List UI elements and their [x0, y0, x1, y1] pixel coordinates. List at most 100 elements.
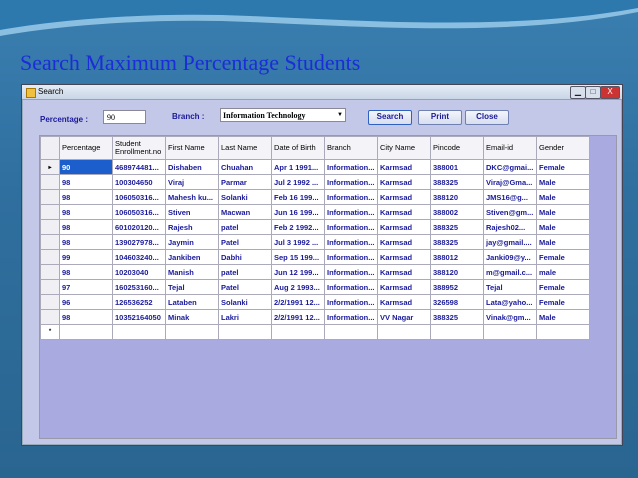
table-cell[interactable]: 97: [59, 279, 113, 295]
table-cell[interactable]: 98: [59, 174, 113, 190]
table-cell[interactable]: Male: [536, 174, 590, 190]
column-header[interactable]: City Name: [377, 136, 431, 160]
row-selector[interactable]: [40, 279, 60, 295]
table-cell[interactable]: Karmsad: [377, 249, 431, 265]
table-cell[interactable]: Information...: [324, 159, 378, 175]
table-cell[interactable]: 601020120...: [112, 219, 166, 235]
column-header[interactable]: Date of Birth: [271, 136, 325, 160]
table-row[interactable]: 96 126536252 Lataben Solanki 2/2/1991 12... I…: [40, 294, 590, 310]
column-header[interactable]: Student Enrollment.no: [112, 136, 166, 160]
table-cell[interactable]: [271, 324, 325, 340]
table-cell[interactable]: 388952: [430, 279, 484, 295]
table-cell[interactable]: 468974481...: [112, 159, 166, 175]
table-row[interactable]: 98 139027978... Jaymin Patel Jul 3 1992 ... I…: [40, 234, 590, 250]
table-cell[interactable]: Stiven: [165, 204, 219, 220]
table-cell[interactable]: Jaymin: [165, 234, 219, 250]
table-cell[interactable]: Solanki: [218, 294, 272, 310]
table-cell[interactable]: Lata@yaho...: [483, 294, 537, 310]
table-cell[interactable]: 326598: [430, 294, 484, 310]
table-cell[interactable]: Rajesh02...: [483, 219, 537, 235]
close-button[interactable]: Close: [465, 110, 509, 125]
table-cell[interactable]: 139027978...: [112, 234, 166, 250]
table-cell[interactable]: JMS16@g...: [483, 189, 537, 205]
table-row[interactable]: 98 106050316... Mahesh ku... Solanki Feb 16 …: [40, 189, 590, 205]
row-selector[interactable]: [40, 264, 60, 280]
print-button[interactable]: Print: [418, 110, 462, 125]
table-cell[interactable]: Karmsad: [377, 264, 431, 280]
table-cell[interactable]: 98: [59, 189, 113, 205]
table-cell[interactable]: 388002: [430, 204, 484, 220]
row-selector[interactable]: [40, 174, 60, 190]
table-cell[interactable]: [377, 324, 431, 340]
table-cell[interactable]: 388120: [430, 189, 484, 205]
table-cell[interactable]: 98: [59, 234, 113, 250]
table-cell[interactable]: 388325: [430, 309, 484, 325]
column-header[interactable]: Branch: [324, 136, 378, 160]
table-cell[interactable]: jay@gmail....: [483, 234, 537, 250]
row-selector[interactable]: [40, 204, 60, 220]
table-cell[interactable]: Viraj: [165, 174, 219, 190]
table-cell[interactable]: Solanki: [218, 189, 272, 205]
table-cell[interactable]: Macwan: [218, 204, 272, 220]
table-row[interactable]: 99 104603240... Jankiben Dabhi Sep 15 199...…: [40, 249, 590, 265]
table-cell[interactable]: 160253160...: [112, 279, 166, 295]
table-cell[interactable]: Jun 16 199...: [271, 204, 325, 220]
table-cell[interactable]: 104603240...: [112, 249, 166, 265]
table-cell[interactable]: Feb 2 1992...: [271, 219, 325, 235]
table-cell[interactable]: 10203040: [112, 264, 166, 280]
table-cell[interactable]: Tejal: [483, 279, 537, 295]
table-cell[interactable]: 100304650: [112, 174, 166, 190]
minimize-button[interactable]: ▁: [570, 86, 586, 99]
table-cell[interactable]: Female: [536, 249, 590, 265]
table-cell[interactable]: Dabhi: [218, 249, 272, 265]
table-cell[interactable]: Information...: [324, 204, 378, 220]
maximize-button[interactable]: □: [585, 86, 601, 99]
table-cell[interactable]: Information...: [324, 249, 378, 265]
row-selector[interactable]: [40, 309, 60, 325]
table-cell[interactable]: 2/2/1991 12...: [271, 309, 325, 325]
table-cell[interactable]: 98: [59, 264, 113, 280]
table-cell[interactable]: [112, 324, 166, 340]
table-cell[interactable]: Female: [536, 294, 590, 310]
table-cell[interactable]: Female: [536, 159, 590, 175]
table-cell[interactable]: 388325: [430, 219, 484, 235]
table-cell[interactable]: VV Nagar: [377, 309, 431, 325]
column-header[interactable]: Email-id: [483, 136, 537, 160]
row-selector[interactable]: [40, 219, 60, 235]
table-cell[interactable]: [483, 324, 537, 340]
table-cell[interactable]: Karmsad: [377, 159, 431, 175]
table-cell[interactable]: Information...: [324, 309, 378, 325]
row-selector[interactable]: [40, 294, 60, 310]
table-row[interactable]: ▸ 90 468974481... Dishaben Chuahan Apr 1 1991…: [40, 159, 590, 175]
close-window-button[interactable]: X: [600, 86, 620, 99]
table-cell[interactable]: 10352164050: [112, 309, 166, 325]
percentage-input[interactable]: 90: [103, 110, 146, 124]
table-cell[interactable]: Lataben: [165, 294, 219, 310]
table-cell[interactable]: DKC@gmai...: [483, 159, 537, 175]
column-header[interactable]: Gender: [536, 136, 590, 160]
table-cell[interactable]: Vinak@gm...: [483, 309, 537, 325]
table-cell[interactable]: Patel: [218, 234, 272, 250]
column-header[interactable]: First Name: [165, 136, 219, 160]
table-cell[interactable]: Information...: [324, 294, 378, 310]
table-cell[interactable]: Jul 3 1992 ...: [271, 234, 325, 250]
table-row[interactable]: 98 10352164050 Minak Lakri 2/2/1991 12... Inf…: [40, 309, 590, 325]
table-cell[interactable]: Aug 2 1993...: [271, 279, 325, 295]
table-cell[interactable]: Karmsad: [377, 294, 431, 310]
table-cell[interactable]: Information...: [324, 234, 378, 250]
table-cell[interactable]: 90: [59, 159, 113, 175]
table-cell[interactable]: [165, 324, 219, 340]
table-row[interactable]: 97 160253160... Tejal Patel Aug 2 1993... Inf…: [40, 279, 590, 295]
table-cell[interactable]: Jul 2 1992 ...: [271, 174, 325, 190]
table-cell[interactable]: [59, 324, 113, 340]
table-cell[interactable]: Feb 16 199...: [271, 189, 325, 205]
table-cell[interactable]: Karmsad: [377, 204, 431, 220]
table-cell[interactable]: Information...: [324, 189, 378, 205]
table-cell[interactable]: Patel: [218, 279, 272, 295]
table-cell[interactable]: 388012: [430, 249, 484, 265]
row-selector[interactable]: ▸: [40, 159, 60, 175]
branch-select[interactable]: Information Technology ▼: [220, 108, 346, 122]
table-cell[interactable]: Male: [536, 219, 590, 235]
table-cell[interactable]: Male: [536, 189, 590, 205]
table-cell[interactable]: Manish: [165, 264, 219, 280]
